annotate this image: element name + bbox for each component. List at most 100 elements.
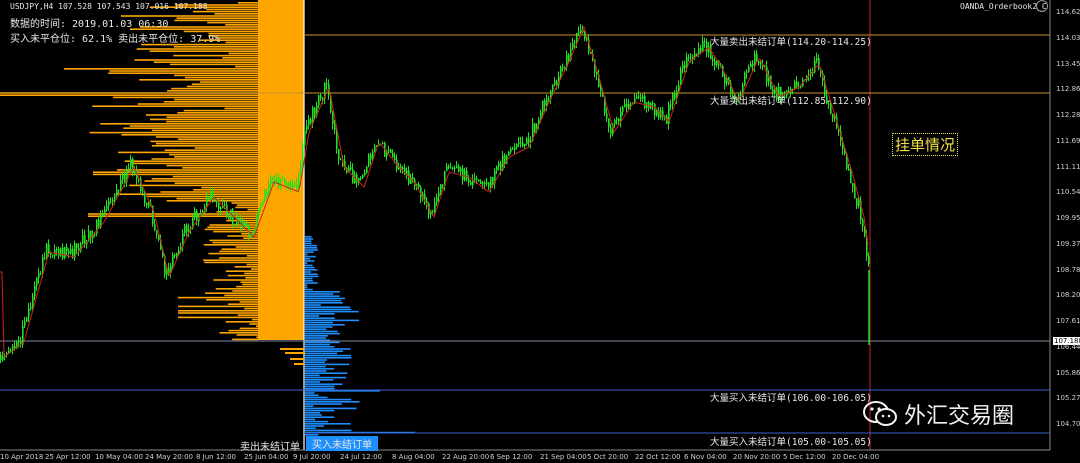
sell-bar xyxy=(124,160,259,162)
buy-bar xyxy=(305,299,342,302)
candle-body xyxy=(186,225,188,232)
candle-body xyxy=(418,184,420,188)
candle-body xyxy=(270,176,272,185)
sell-bar xyxy=(294,363,304,365)
sell-bar xyxy=(205,292,258,294)
buy-bar xyxy=(305,341,340,344)
sell-orders-legend: 卖出未结订单 xyxy=(240,442,300,453)
buy-bar xyxy=(305,273,318,275)
candle-body xyxy=(454,168,456,170)
buy-bar xyxy=(305,308,352,311)
candle-body xyxy=(572,43,574,49)
candle-body xyxy=(228,216,230,220)
sell-bar xyxy=(139,79,258,81)
y-tick-label: 113.450 xyxy=(1056,59,1080,68)
sell-bar xyxy=(212,241,258,244)
candle-body xyxy=(434,202,436,212)
sell-bar xyxy=(237,314,258,316)
buy-bar xyxy=(305,398,352,401)
sell-bar xyxy=(93,171,258,173)
candle-body xyxy=(868,256,870,265)
candle-body xyxy=(478,179,480,182)
candle-body xyxy=(498,163,500,167)
buy-bar xyxy=(305,379,334,381)
candle-body xyxy=(616,118,618,121)
sell-bar xyxy=(251,318,258,321)
candle-body xyxy=(334,124,336,131)
sell-bar xyxy=(93,173,258,176)
buy-level-label-1: 大量买入未结订单(106.00-106.05) xyxy=(710,393,872,404)
buy-bar xyxy=(305,372,348,374)
y-tick-label: 107.615 xyxy=(1056,317,1080,326)
candle-body xyxy=(338,149,340,160)
candle-body xyxy=(178,250,180,253)
candle-body xyxy=(176,252,178,257)
candle-body xyxy=(448,166,450,168)
buy-bar xyxy=(305,240,312,242)
sell-bar xyxy=(115,193,259,195)
candle-body xyxy=(294,183,296,185)
sell-bar xyxy=(224,294,258,297)
y-tick-label: 112.280 xyxy=(1056,111,1080,120)
candle-body xyxy=(460,168,462,172)
candle-body xyxy=(552,84,554,91)
candle-body xyxy=(104,208,106,215)
candle-body xyxy=(450,167,452,169)
buy-bar xyxy=(305,249,318,251)
candle-body xyxy=(520,142,522,144)
sell-bar xyxy=(227,303,258,305)
sell-bar xyxy=(201,186,258,189)
indicator-close-icon[interactable] xyxy=(1036,0,1048,12)
sell-bar xyxy=(256,336,258,338)
candle-body xyxy=(218,202,220,210)
sell-bar xyxy=(246,263,258,266)
sell-bar xyxy=(151,129,258,132)
candle-body xyxy=(490,177,492,187)
candle-body xyxy=(362,175,364,179)
price-chart-canvas[interactable] xyxy=(0,0,1080,463)
x-tick-label: 8 Aug 04:00 xyxy=(392,453,435,461)
x-tick-label: 6 Sep 12:00 xyxy=(490,453,533,461)
sell-bar xyxy=(236,285,258,288)
buy-bar xyxy=(305,385,335,388)
candle-body xyxy=(486,182,488,184)
candle-body xyxy=(114,195,116,200)
candle-body xyxy=(302,144,304,165)
sell-bar xyxy=(118,151,258,154)
moving-average-line xyxy=(0,25,869,358)
buy-bar xyxy=(305,244,318,247)
buy-bar xyxy=(305,313,335,315)
sell-bar xyxy=(225,41,258,44)
sell-bar xyxy=(153,61,258,63)
sell-bar xyxy=(215,288,258,290)
candle-body xyxy=(614,120,616,125)
buy-bar xyxy=(305,354,352,357)
candle-body xyxy=(298,174,300,189)
buy-bar xyxy=(305,291,340,293)
sell-bar xyxy=(232,290,258,292)
candle-body xyxy=(436,197,438,203)
sell-bar xyxy=(174,19,258,22)
candle-body xyxy=(98,220,100,228)
candle-body xyxy=(680,68,682,85)
candle-body xyxy=(296,183,298,189)
candle-body xyxy=(64,246,66,259)
sell-bar xyxy=(136,48,258,50)
chart-window: USDJPY,H4 107.528 107.543 107.016 107.18… xyxy=(0,0,1080,463)
candle-body xyxy=(704,41,706,43)
buy-bar xyxy=(305,330,338,333)
candle-body xyxy=(56,248,58,250)
candle-body xyxy=(388,149,390,151)
buy-bar xyxy=(305,260,315,262)
candle-body xyxy=(208,196,210,201)
sell-bar xyxy=(167,90,258,92)
candle-body xyxy=(246,224,248,227)
buy-bar xyxy=(305,343,330,346)
buy-bar xyxy=(305,271,312,273)
candle-body xyxy=(466,170,468,180)
sell-bar xyxy=(100,123,258,125)
sell-bar xyxy=(178,316,258,319)
sell-bar xyxy=(178,296,258,299)
y-tick-label: 110.540 xyxy=(1056,188,1080,197)
sell-bar xyxy=(244,307,258,310)
